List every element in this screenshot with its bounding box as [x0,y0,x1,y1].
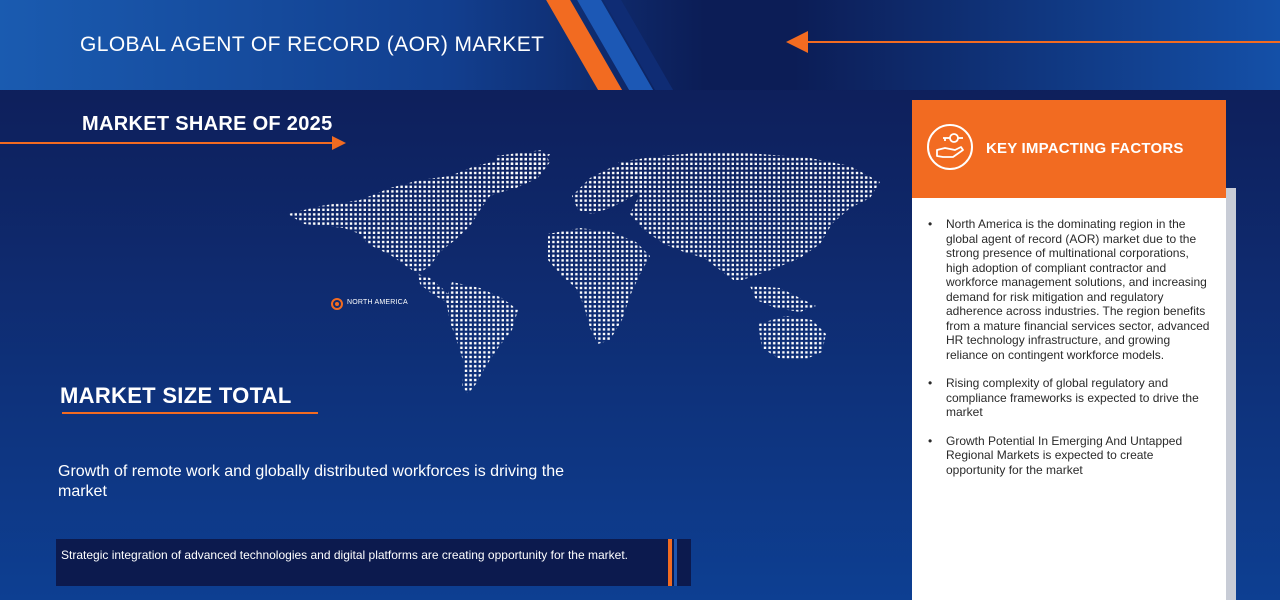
list-item: • Growth Potential In Emerging And Untap… [928,434,1212,478]
market-size-underline [62,412,318,414]
factor-text: Rising complexity of global regulatory a… [946,376,1199,419]
orange-accent-line [668,539,672,586]
arrow-left-icon [786,31,808,53]
key-factors-list: • North America is the dominating region… [928,217,1212,491]
factor-text: Growth Potential In Emerging And Untappe… [946,433,1183,477]
header-banner: GLOBAL AGENT OF RECORD (AOR) MARKET [0,0,1280,90]
opportunity-text: Strategic integration of advanced techno… [61,548,628,562]
africa-landmass [548,228,650,344]
factor-text: North America is the dominating region i… [946,217,1210,362]
page-title: GLOBAL AGENT OF RECORD (AOR) MARKET [80,33,545,56]
bullet-icon: • [928,376,933,390]
market-share-divider [0,142,334,144]
bullet-icon: • [928,433,933,448]
australia-landmass [758,316,826,360]
hand-key-icon [927,124,973,170]
market-driver-text: Growth of remote work and globally distr… [58,463,564,500]
world-map-icon [288,150,880,394]
bullet-icon: • [928,217,933,231]
north-america-label: NORTH AMERICA [347,299,408,306]
market-size-heading: MARKET SIZE TOTAL [60,383,292,408]
list-item: • Rising complexity of global regulatory… [928,376,1212,420]
header-divider-line [808,41,1280,43]
south-america-landmass [446,282,518,394]
key-factors-title: KEY IMPACTING FACTORS [986,140,1184,157]
location-pin-icon [331,298,343,310]
market-share-heading: MARKET SHARE OF 2025 [82,113,333,135]
blue-accent-line [674,539,677,586]
southeast-asia-landmass [750,286,816,312]
list-item: • North America is the dominating region… [928,217,1212,362]
asia-landmass [618,152,880,282]
opportunity-bar [56,539,691,586]
